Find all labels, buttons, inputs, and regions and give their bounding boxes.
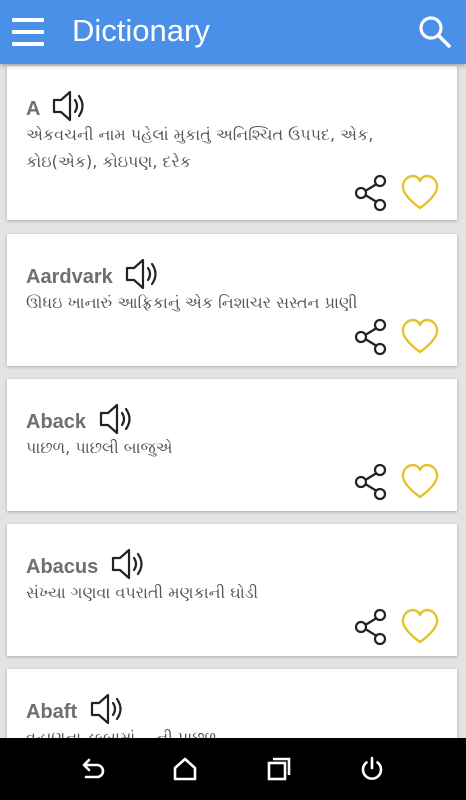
word-entry: Aardvark (26, 257, 162, 291)
word-entry: Aback (26, 402, 136, 436)
heart-icon[interactable] (400, 608, 440, 646)
speaker-icon[interactable] (98, 402, 136, 436)
app-title: Dictionary (72, 13, 210, 48)
word-title: Abacus (26, 556, 99, 578)
word-entry: Abaft (26, 692, 127, 726)
word-meaning: પાછળ, પાછલી બાજુએ (26, 438, 173, 457)
speaker-icon[interactable] (51, 89, 89, 123)
word-meaning: વહાણના ડબ્બામાં __ની પાછળ (26, 728, 217, 738)
word-list[interactable]: A એકવચની નામ પહેલાં મુકાતું અનિશ્ચિત ઉપપ… (0, 64, 466, 738)
back-icon[interactable] (78, 755, 106, 783)
word-card[interactable]: Aardvark ઊધઇ ખાનારું આફ્રિકાનું એક નિશાચ… (7, 234, 457, 366)
heart-icon[interactable] (400, 174, 440, 212)
recents-icon[interactable] (264, 755, 292, 783)
word-entry: A (26, 89, 89, 123)
word-meaning: ઊધઇ ખાનારું આફ્રિકાનું એક નિશાચર સસ્તન પ… (26, 293, 358, 312)
word-entry: Abacus (26, 547, 148, 581)
share-icon[interactable] (353, 174, 389, 212)
heart-icon[interactable] (400, 463, 440, 501)
share-icon[interactable] (353, 608, 389, 646)
hamburger-menu-icon[interactable] (12, 18, 44, 46)
word-card[interactable]: Aback પાછળ, પાછલી બાજુએ (7, 379, 457, 511)
app-bar: Dictionary (0, 0, 466, 64)
power-icon[interactable] (358, 755, 386, 783)
word-title: A (26, 98, 40, 120)
speaker-icon[interactable] (89, 692, 127, 726)
word-meaning: સંખ્યા ગણવા વપરાતી મણકાની ઘોડી (26, 583, 259, 602)
word-meaning: એકવચની નામ પહેલાં મુકાતું અનિશ્ચિત ઉપપદ,… (26, 125, 374, 171)
heart-icon[interactable] (400, 318, 440, 356)
word-card[interactable]: A એકવચની નામ પહેલાં મુકાતું અનિશ્ચિત ઉપપ… (7, 66, 457, 220)
home-icon[interactable] (171, 755, 199, 783)
word-card[interactable]: Abacus સંખ્યા ગણવા વપરાતી મણકાની ઘોડી (7, 524, 457, 656)
word-title: Aback (26, 411, 87, 433)
share-icon[interactable] (353, 463, 389, 501)
word-title: Aardvark (26, 266, 113, 288)
speaker-icon[interactable] (124, 257, 162, 291)
word-card[interactable]: Abaft વહાણના ડબ્બામાં __ની પાછળ (7, 669, 457, 738)
share-icon[interactable] (353, 318, 389, 356)
search-icon[interactable] (418, 15, 452, 49)
word-title: Abaft (26, 701, 78, 723)
speaker-icon[interactable] (110, 547, 148, 581)
system-nav-bar (0, 738, 466, 800)
